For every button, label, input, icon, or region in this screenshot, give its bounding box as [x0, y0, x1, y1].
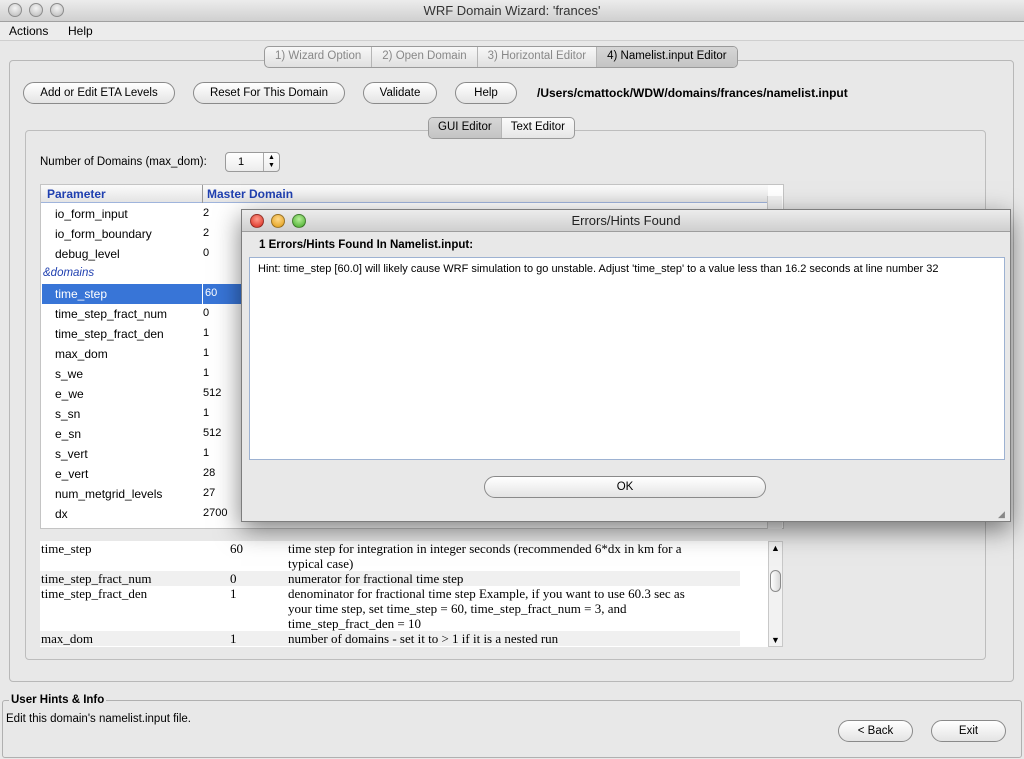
column-master-domain[interactable]: Master Domain	[207, 187, 293, 201]
parameter-name: io_form_boundary	[55, 227, 152, 241]
parameter-name: dx	[55, 507, 68, 521]
description-line: numerator for fractional time step	[288, 571, 464, 586]
parameter-value[interactable]: 0	[203, 307, 209, 319]
menu-help[interactable]: Help	[68, 24, 93, 38]
description-line: denominator for fractional time step Exa…	[288, 586, 685, 601]
parameter-value[interactable]: 2	[203, 227, 209, 239]
help-param-value: 1	[230, 586, 237, 601]
add-edit-eta-button[interactable]: Add or Edit ETA Levels	[23, 82, 175, 104]
menubar: Actions Help	[0, 22, 1024, 41]
parameter-value[interactable]: 1	[203, 367, 209, 379]
dialog-heading: 1 Errors/Hints Found In Namelist.input:	[259, 239, 474, 251]
help-param-value: 60	[230, 541, 243, 556]
parameter-name: time_step_fract_num	[55, 307, 168, 321]
wizard-tabs: 1) Wizard Option 2) Open Domain 3) Horiz…	[264, 46, 738, 68]
errors-hints-dialog: Errors/Hints Found 1 Errors/Hints Found …	[241, 209, 1011, 522]
user-hints-text: Edit this domain's namelist.input file.	[6, 713, 192, 725]
help-param-description: time step for integration in integer sec…	[288, 541, 740, 571]
window-titlebar: WRF Domain Wizard: 'frances'	[0, 0, 1024, 22]
help-param-description: number of domains - set it to > 1 if it …	[288, 631, 740, 646]
dialog-title: Errors/Hints Found	[571, 213, 681, 228]
parameter-value[interactable]: 0	[203, 247, 209, 259]
help-param-name: time_step_fract_num	[41, 571, 152, 586]
parameter-value[interactable]: 512	[203, 427, 221, 439]
parameter-value[interactable]: 1	[203, 447, 209, 459]
help-param-name: max_dom	[41, 631, 93, 646]
parameter-row[interactable]: dy 2700	[41, 524, 768, 528]
help-param-description: denominator for fractional time step Exa…	[288, 586, 740, 631]
resize-grip-icon[interactable]: ◢	[998, 509, 1008, 519]
validate-button[interactable]: Validate	[363, 82, 437, 104]
tab-namelist-editor[interactable]: 4) Namelist.input Editor	[597, 47, 737, 67]
tab-horizontal-editor[interactable]: 3) Horizontal Editor	[478, 47, 598, 67]
parameter-name: &domains	[43, 267, 95, 279]
parameter-name: time_step_fract_den	[55, 327, 164, 341]
description-line: time_step_fract_den = 10	[288, 616, 421, 631]
help-param-value: 1	[230, 631, 237, 646]
help-param-description: numerator for fractional time step	[288, 571, 740, 586]
parameter-value[interactable]: 28	[203, 467, 215, 479]
description-line: your time step, set time_step = 60, time…	[288, 601, 627, 616]
parameter-name: io_form_input	[55, 207, 128, 221]
help-param-name: time_step	[41, 541, 92, 556]
description-line: number of domains - set it to > 1 if it …	[288, 631, 559, 646]
help-table-scrollbar[interactable]: ▲ ▼	[768, 541, 783, 647]
parameter-value[interactable]: 60	[203, 284, 243, 304]
scroll-thumb[interactable]	[770, 570, 781, 592]
help-param-value: 0	[230, 571, 237, 586]
reset-domain-button[interactable]: Reset For This Domain	[193, 82, 345, 104]
max-dom-spinner[interactable]: 1 ▲ ▼	[225, 152, 280, 172]
spinner-arrows-icon[interactable]: ▲ ▼	[263, 153, 279, 171]
parameter-value[interactable]: 27	[203, 487, 215, 499]
parameter-name: e_vert	[55, 467, 89, 481]
max-dom-label: Number of Domains (max_dom):	[40, 156, 207, 168]
parameter-name: s_vert	[55, 447, 88, 461]
parameter-name: debug_level	[55, 247, 120, 261]
parameter-value[interactable]: 1	[203, 347, 209, 359]
help-param-name: time_step_fract_den	[41, 586, 148, 601]
editor-tabs: GUI Editor Text Editor	[428, 117, 576, 139]
help-row: time_step 60 time step for integration in …	[40, 541, 740, 571]
dialog-message-area[interactable]: Hint: time_step [60.0] will likely cause…	[249, 257, 1005, 460]
parameter-table-header: Parameter Master Domain	[41, 185, 768, 203]
namelist-path: /Users/cmattock/WDW/domains/frances/name…	[537, 86, 848, 100]
back-button[interactable]: < Back	[838, 720, 913, 742]
dialog-message: Hint: time_step [60.0] will likely cause…	[258, 263, 939, 275]
exit-button[interactable]: Exit	[931, 720, 1006, 742]
parameter-value[interactable]: 2700	[203, 527, 227, 528]
column-parameter[interactable]: Parameter	[47, 187, 106, 201]
scroll-up-icon[interactable]: ▲	[771, 543, 780, 553]
parameter-value[interactable]: 1	[203, 327, 209, 339]
ok-button[interactable]: OK	[484, 476, 766, 498]
help-button[interactable]: Help	[455, 82, 517, 104]
parameter-name: num_metgrid_levels	[55, 487, 163, 501]
parameter-name: max_dom	[55, 347, 108, 361]
help-row: time_step_fract_num 0 numerator for fracti…	[40, 571, 740, 586]
parameter-name: dy	[55, 527, 68, 528]
parameter-name: s_we	[55, 367, 84, 381]
parameter-name: time_step	[42, 284, 202, 304]
parameter-value[interactable]: 1	[203, 407, 209, 419]
parameter-name: s_sn	[55, 407, 81, 421]
dialog-titlebar: Errors/Hints Found	[242, 210, 1010, 232]
tab-gui-editor[interactable]: GUI Editor	[429, 118, 502, 138]
description-line: time step for integration in integer sec…	[288, 541, 682, 556]
parameter-value[interactable]: 2700	[203, 507, 227, 519]
max-dom-value: 1	[238, 156, 245, 168]
menu-actions[interactable]: Actions	[9, 24, 48, 38]
tab-text-editor[interactable]: Text Editor	[502, 118, 574, 138]
help-row: time_step_fract_den 1 denominator for frac…	[40, 586, 740, 631]
parameter-value[interactable]: 2	[203, 207, 209, 219]
tab-open-domain[interactable]: 2) Open Domain	[372, 47, 478, 67]
user-hints-title: User Hints & Info	[9, 694, 107, 706]
parameter-help-table: time_step 60 time step for integration in …	[40, 541, 782, 647]
scroll-down-icon[interactable]: ▼	[771, 635, 780, 645]
parameter-value[interactable]: 512	[203, 387, 221, 399]
help-row: max_dom 1 number of domains - set it to > …	[40, 631, 740, 646]
parameter-name: e_we	[55, 387, 84, 401]
tab-wizard-option[interactable]: 1) Wizard Option	[265, 47, 373, 67]
window-title: WRF Domain Wizard: 'frances'	[423, 3, 601, 18]
parameter-name: e_sn	[55, 427, 82, 441]
description-line: typical case)	[288, 556, 354, 571]
